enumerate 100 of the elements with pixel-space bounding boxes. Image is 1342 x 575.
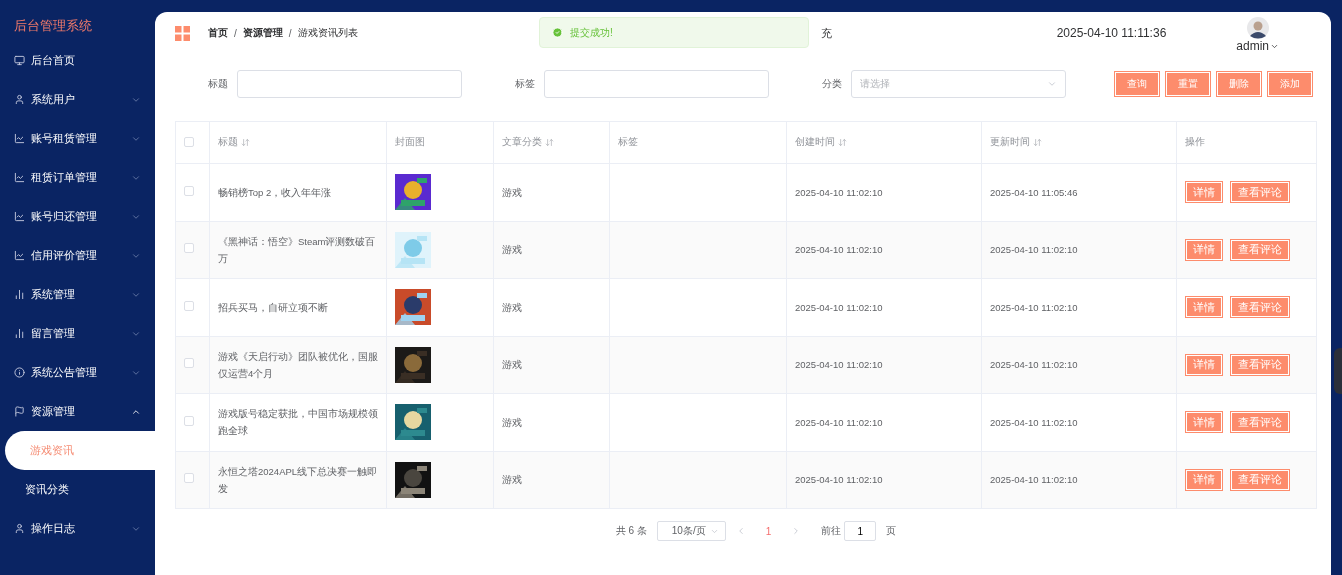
grid-icon[interactable]: [175, 25, 190, 41]
column-header[interactable]: 创建时间: [795, 136, 835, 149]
table-cell: 永恒之塔2024APL线下总决赛一触即发: [218, 465, 378, 494]
row-checkbox[interactable]: [184, 185, 194, 196]
sort-icon[interactable]: [838, 138, 847, 147]
sidebar-item[interactable]: 账号租赁管理: [0, 119, 155, 158]
filter-label: 标签: [515, 77, 535, 91]
row-action-button[interactable]: 查看评论: [1230, 181, 1290, 204]
table-cell: 游戏: [502, 301, 522, 313]
row-action-button[interactable]: 详情: [1185, 296, 1223, 319]
table-cell: 游戏: [502, 244, 522, 256]
row-action-button[interactable]: 查看评论: [1230, 353, 1290, 376]
sidebar-subitem[interactable]: 游戏资讯: [5, 431, 155, 470]
row-checkbox[interactable]: [184, 358, 194, 369]
page-size-select[interactable]: 10条/页: [656, 521, 726, 541]
table-cell: 《黑神话：悟空》Steam评测数破百万: [218, 235, 376, 264]
menu-icon: [14, 172, 25, 183]
page-title: 充: [820, 25, 832, 41]
sidebar-item[interactable]: 资源管理: [0, 392, 155, 431]
sort-icon[interactable]: [545, 138, 554, 147]
row-action-button[interactable]: 查看评论: [1230, 238, 1290, 261]
column-header[interactable]: 文章分类: [502, 136, 542, 149]
app-title: 后台管理系统: [13, 17, 93, 35]
sidebar-subitem[interactable]: 资讯分类: [0, 470, 155, 509]
menu-icon: [14, 250, 25, 261]
goto-page-input[interactable]: 1: [844, 521, 877, 541]
table-cell: 2025-04-10 11:02:10: [795, 301, 883, 313]
table-cell: 游戏: [502, 186, 522, 198]
sort-icon[interactable]: [241, 138, 250, 147]
filter-input[interactable]: [544, 70, 769, 98]
select-all-checkbox[interactable]: [184, 136, 194, 147]
breadcrumb-item[interactable]: 资源管理: [242, 26, 283, 40]
datetime: 2025-04-10 11:11:36: [1056, 26, 1167, 40]
table-cell: 2025-04-10 11:05:46: [990, 186, 1078, 198]
page-number[interactable]: 1: [765, 525, 772, 537]
sidebar-item[interactable]: 系统管理: [0, 275, 155, 314]
row-action-button[interactable]: 查看评论: [1230, 296, 1290, 319]
table-cell: 2025-04-10 11:02:10: [795, 186, 883, 198]
row-checkbox[interactable]: [184, 300, 194, 311]
row-checkbox[interactable]: [184, 243, 194, 254]
row-checkbox[interactable]: [184, 415, 194, 426]
row-action-button[interactable]: 查看评论: [1230, 468, 1290, 491]
menu-icon: [14, 133, 25, 144]
breadcrumb-separator: /: [288, 27, 292, 39]
action-button[interactable]: 重置: [1165, 71, 1211, 97]
sidebar-item[interactable]: 后台首页: [0, 41, 155, 80]
menu-icon: [14, 367, 25, 378]
table-cell: 2025-04-10 11:02:10: [795, 244, 883, 256]
row-action-button[interactable]: 详情: [1185, 411, 1223, 434]
breadcrumb-item[interactable]: 首页: [208, 26, 228, 40]
table-cell: 2025-04-10 11:02:10: [990, 244, 1078, 256]
column-header: 操作: [1185, 136, 1205, 149]
menu-icon: [14, 406, 25, 417]
table-cell: 2025-04-10 11:02:10: [990, 301, 1078, 313]
sidebar-item[interactable]: 操作日志: [0, 509, 155, 548]
row-action-button[interactable]: 详情: [1185, 181, 1223, 204]
column-header: 封面图: [395, 136, 425, 149]
sidebar-item[interactable]: 信用评价管理: [0, 236, 155, 275]
total-count: 共 6 条: [615, 524, 647, 538]
table-cell: 招兵买马，自研立项不断: [218, 301, 328, 313]
row-action-button[interactable]: 查看评论: [1230, 411, 1290, 434]
row-action-button[interactable]: 详情: [1185, 468, 1223, 491]
chevron-icon: [1047, 79, 1057, 89]
menu-icon: [14, 523, 25, 534]
column-header[interactable]: 更新时间: [990, 136, 1030, 149]
success-icon: [552, 27, 563, 38]
table-cell: 畅销榜Top 2，收入年年涨: [218, 186, 332, 198]
sort-icon[interactable]: [1033, 138, 1042, 147]
filter-input[interactable]: [237, 70, 462, 98]
breadcrumb-item[interactable]: 游戏资讯列表: [297, 26, 358, 40]
row-action-button[interactable]: 详情: [1185, 238, 1223, 261]
action-button[interactable]: 删除: [1216, 71, 1262, 97]
filter-label: 分类: [822, 77, 842, 91]
column-header[interactable]: 标题: [218, 136, 238, 149]
sidebar-item[interactable]: 账号归还管理: [0, 197, 155, 236]
sidebar-item[interactable]: 系统公告管理: [0, 353, 155, 392]
menu-icon: [14, 328, 25, 339]
table-cell: 2025-04-10 11:02:10: [795, 359, 883, 371]
row-action-button[interactable]: 详情: [1185, 353, 1223, 376]
table-cell: 2025-04-10 11:02:10: [990, 474, 1078, 486]
row-checkbox[interactable]: [184, 473, 194, 484]
breadcrumb-separator: /: [234, 27, 237, 39]
sidebar-item[interactable]: 留言管理: [0, 314, 155, 353]
menu-icon: [14, 55, 25, 66]
menu-icon: [14, 94, 25, 105]
goto-label: 前往: [821, 524, 842, 538]
sidebar-item[interactable]: 租赁订单管理: [0, 158, 155, 197]
menu-icon: [14, 289, 25, 300]
column-header: 标签: [618, 136, 638, 149]
action-button[interactable]: 添加: [1267, 71, 1313, 97]
table-cell: 2025-04-10 11:02:10: [795, 474, 883, 486]
filter-label: 标题: [208, 77, 228, 91]
user-menu[interactable]: admin: [1236, 39, 1279, 53]
table-cell: 游戏: [502, 474, 522, 486]
action-button[interactable]: 查询: [1114, 71, 1160, 97]
sidebar-item[interactable]: 系统用户: [0, 80, 155, 119]
avatar[interactable]: [1246, 17, 1269, 39]
side-handle[interactable]: [1334, 348, 1342, 394]
table-cell: 游戏: [502, 359, 522, 371]
category-select[interactable]: 请选择: [851, 70, 1066, 98]
